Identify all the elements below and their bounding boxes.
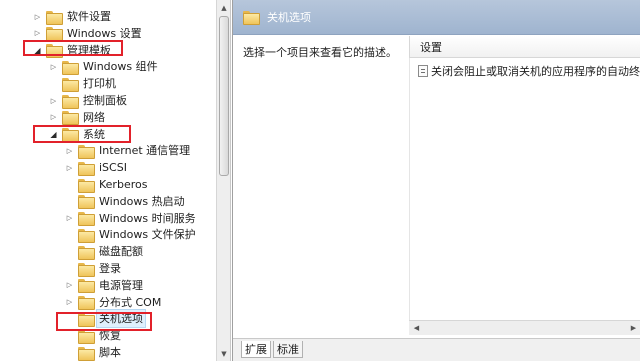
setting-item[interactable]: 关闭会阻止或取消关机的应用程序的自动终止功能 xyxy=(418,63,640,79)
triangle-right-icon[interactable]: ▷ xyxy=(32,11,43,22)
folder-icon xyxy=(78,161,95,176)
tree-item[interactable]: ▷ Internet 通信管理 xyxy=(64,142,190,159)
tree-item[interactable]: ▷ 软件设置 xyxy=(32,8,111,25)
tree-item[interactable]: 磁盘配额 xyxy=(64,243,143,260)
settings-list: 关闭会阻止或取消关机的应用程序的自动终止功能 xyxy=(409,58,640,320)
folder-icon xyxy=(243,11,260,25)
folder-icon xyxy=(78,296,95,311)
folder-icon xyxy=(78,245,95,260)
tree-item[interactable]: Windows 热启动 xyxy=(64,193,185,210)
triangle-right-icon[interactable]: ▷ xyxy=(32,28,43,39)
tree-item-label: Windows 组件 xyxy=(83,60,158,74)
folder-icon xyxy=(78,312,95,327)
tree-item-label: 脚本 xyxy=(99,346,121,359)
folder-icon xyxy=(78,346,95,361)
tree-item[interactable]: ◢ 系统 xyxy=(48,126,105,143)
tree-item-label: 控制面板 xyxy=(83,94,127,107)
details-pane: 关机选项 选择一个项目来查看它的描述。 设置 关闭会阻止或取消关机的应用程序的自… xyxy=(232,0,640,361)
triangle-right-icon[interactable]: ▷ xyxy=(64,280,75,291)
settings-column-header[interactable]: 设置 xyxy=(409,36,640,58)
tree-item-label: Kerberos xyxy=(99,178,148,191)
triangle-right-icon[interactable]: ▷ xyxy=(48,112,59,123)
triangle-right-icon[interactable]: ▷ xyxy=(48,61,59,72)
folder-icon xyxy=(78,279,95,294)
view-tabs: 扩展 标准 xyxy=(233,338,640,361)
details-header: 关机选项 xyxy=(233,0,640,35)
description-text: 选择一个项目来查看它的描述。 xyxy=(243,46,397,59)
tree-item[interactable]: Windows 文件保护 xyxy=(64,226,196,243)
tree-item[interactable]: ▷ iSCSI xyxy=(64,159,127,176)
scroll-right-icon[interactable]: ▶ xyxy=(626,321,640,335)
tree-item-label: 打印机 xyxy=(83,77,116,91)
tree-item-label: Internet 通信管理 xyxy=(99,144,191,158)
navigation-tree: ▷ 软件设置 ▷ Windows 设置 ◢ 管理模板 ▷ Windows 组件 打印机 ▷ 控制面板… xyxy=(0,0,216,361)
tree-item-label: 恢复 xyxy=(99,329,121,343)
tree-item-label: 磁盘配额 xyxy=(99,245,143,259)
triangle-right-icon[interactable]: ▷ xyxy=(64,297,75,308)
tree-item-label: 系统 xyxy=(83,127,105,141)
tree-item[interactable]: 恢复 xyxy=(64,327,121,344)
folder-icon xyxy=(78,195,95,210)
folder-icon xyxy=(62,128,79,143)
tree-item[interactable]: ▷ Windows 时间服务 xyxy=(64,210,196,227)
scrollbar-thumb[interactable] xyxy=(219,16,229,176)
settings-horizontal-scrollbar[interactable]: ◀ ▶ xyxy=(409,320,640,335)
tree-item-label: iSCSI xyxy=(99,161,127,175)
setting-label: 关闭会阻止或取消关机的应用程序的自动终止功能 xyxy=(431,65,640,78)
settings-column-label: 设置 xyxy=(420,40,442,54)
folder-icon xyxy=(46,10,63,25)
tree-item[interactable]: 脚本 xyxy=(64,344,121,361)
tree-scrollbar[interactable]: ▲ ▼ xyxy=(216,0,231,361)
folder-icon xyxy=(62,94,79,109)
tree-item[interactable]: ▷ 网络 xyxy=(48,109,105,126)
folder-icon xyxy=(62,77,79,92)
tree-item[interactable]: ▷ 控制面板 xyxy=(48,92,127,109)
tree-item[interactable]: 登录 xyxy=(64,260,121,277)
details-title: 关机选项 xyxy=(267,11,311,24)
triangle-right-icon[interactable]: ▷ xyxy=(64,162,75,173)
tree-item-label: 分布式 COM xyxy=(99,295,162,309)
tree-item-label: 软件设置 xyxy=(67,10,111,23)
tree-item-label: 电源管理 xyxy=(99,278,143,292)
triangle-right-icon[interactable]: ▷ xyxy=(64,145,75,156)
tab-extended[interactable]: 扩展 xyxy=(241,341,271,358)
tree-item-label: Windows 文件保护 xyxy=(99,228,196,242)
folder-icon xyxy=(78,262,95,277)
tree-item[interactable]: ▷ Windows 组件 xyxy=(48,58,158,75)
policy-setting-icon xyxy=(418,65,428,77)
tree-item-label: 登录 xyxy=(99,262,121,275)
tree-item-label: Windows 热启动 xyxy=(99,194,185,208)
folder-icon xyxy=(62,111,79,126)
tab-extended-label: 扩展 xyxy=(245,343,267,356)
tree-item[interactable]: 关机选项 xyxy=(64,309,146,329)
folder-icon xyxy=(78,144,95,159)
triangle-right-icon[interactable]: ▷ xyxy=(64,213,75,224)
scroll-left-icon[interactable]: ◀ xyxy=(409,321,424,335)
folder-icon xyxy=(46,44,63,59)
tree-item-label: Windows 设置 xyxy=(67,26,142,40)
tree-item-label: 管理模板 xyxy=(67,43,111,57)
scroll-up-icon[interactable]: ▲ xyxy=(217,0,231,15)
triangle-right-icon[interactable]: ▷ xyxy=(48,95,59,106)
folder-icon xyxy=(62,60,79,75)
tree-item[interactable]: ◢ 管理模板 xyxy=(32,42,111,59)
folder-icon xyxy=(78,329,95,344)
folder-icon xyxy=(78,228,95,243)
scroll-down-icon[interactable]: ▼ xyxy=(217,346,231,361)
tree-item-label: 网络 xyxy=(83,110,105,124)
tree-item[interactable]: 打印机 xyxy=(48,75,116,92)
triangle-down-icon[interactable]: ◢ xyxy=(48,129,59,140)
tree-item[interactable]: ▷ 分布式 COM xyxy=(64,294,161,311)
tree-item-label: Windows 时间服务 xyxy=(99,211,196,225)
folder-icon xyxy=(78,178,95,193)
tree-item-label: 关机选项 xyxy=(96,309,146,329)
folder-icon xyxy=(46,27,63,42)
tree-item[interactable]: ▷ 电源管理 xyxy=(64,277,143,294)
tab-standard[interactable]: 标准 xyxy=(273,341,303,358)
tree-item[interactable]: ▷ Windows 设置 xyxy=(32,25,142,42)
triangle-down-icon[interactable]: ◢ xyxy=(32,45,43,56)
tab-standard-label: 标准 xyxy=(277,343,299,356)
folder-icon xyxy=(78,212,95,227)
tree-item[interactable]: Kerberos xyxy=(64,176,147,193)
